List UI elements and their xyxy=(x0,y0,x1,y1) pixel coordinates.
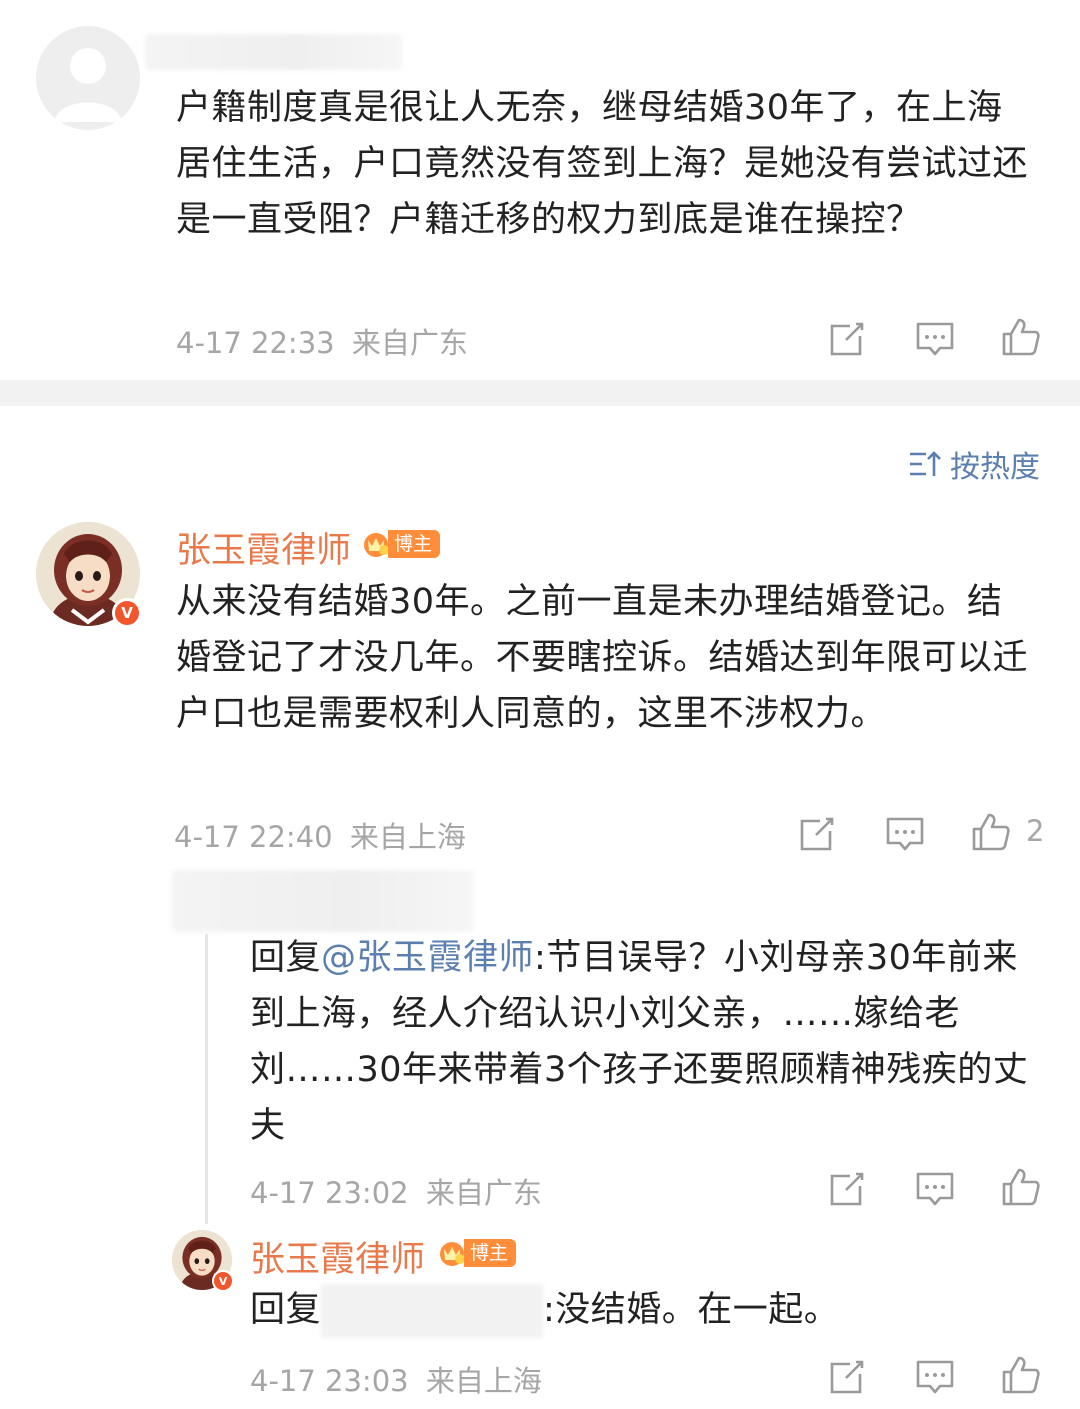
blurred-reply-username xyxy=(172,870,474,932)
thumbs-up-icon[interactable] xyxy=(1000,1166,1042,1208)
share-icon[interactable] xyxy=(796,813,838,855)
share-icon[interactable] xyxy=(826,1168,868,1210)
blurred-reply-target xyxy=(321,1284,544,1338)
verified-v-icon: V xyxy=(112,598,142,628)
reply2-meta: 4-17 23:03 来自上海 xyxy=(250,1358,542,1400)
avatar-blogger[interactable]: V xyxy=(36,522,142,628)
thumbs-up-icon[interactable] xyxy=(1000,1354,1042,1396)
sort-icon xyxy=(910,451,941,476)
sort-by-heat-button[interactable]: 按热度 xyxy=(908,442,1040,486)
reply2-text: :没结婚。在一起。 xyxy=(543,1290,840,1330)
reply2-author[interactable]: 张玉霞律师 xyxy=(250,1231,425,1282)
comment2-like-count: 2 xyxy=(1026,814,1045,848)
blogger-badge: 博主 xyxy=(438,1239,517,1267)
reply1-location: 来自广东 xyxy=(425,1176,542,1210)
blurred-username xyxy=(145,34,403,70)
reply1-meta: 4-17 23:02 来自广东 xyxy=(250,1170,542,1212)
avatar-comment1[interactable] xyxy=(36,26,140,130)
comment1-meta: 4-17 22:33 来自广东 xyxy=(176,320,468,362)
reply2-time: 4-17 23:03 xyxy=(250,1364,409,1398)
blogger-badge-label: 博主 xyxy=(464,1239,517,1267)
reply1-prefix: 回复 xyxy=(250,938,322,978)
comment-icon[interactable] xyxy=(914,1168,956,1210)
reply-thread-line xyxy=(205,934,208,1224)
comment2-location: 来自上海 xyxy=(349,820,466,854)
blogger-badge: 博主 xyxy=(362,530,441,558)
comment1-time: 4-17 22:33 xyxy=(176,326,335,360)
share-icon[interactable] xyxy=(826,318,868,360)
comment-icon[interactable] xyxy=(884,813,926,855)
sort-label: 按热度 xyxy=(950,450,1040,485)
comment2-author[interactable]: 张玉霞律师 xyxy=(176,522,351,573)
avatar-blogger-small[interactable]: V xyxy=(172,1230,234,1292)
share-icon[interactable] xyxy=(826,1356,868,1398)
comment1-location: 来自广东 xyxy=(351,326,468,360)
blogger-badge-label: 博主 xyxy=(388,530,441,558)
reply2-prefix: 回复 xyxy=(250,1290,322,1330)
reply1-mention-link[interactable]: @张玉霞律师 xyxy=(321,938,534,978)
default-avatar-icon xyxy=(54,48,122,122)
section-divider xyxy=(0,380,1080,406)
reply2-text-block: 回复 :没结婚。在一起。 xyxy=(250,1282,1050,1338)
comment-icon[interactable] xyxy=(914,1356,956,1398)
thumbs-up-icon[interactable] xyxy=(1000,316,1042,358)
comment1-text: 户籍制度真是很让人无奈，继母结婚30年了，在上海居住生活，户口竟然没有签到上海？… xyxy=(176,88,1029,240)
reply2-location: 来自上海 xyxy=(425,1364,542,1398)
reply1-time: 4-17 23:02 xyxy=(250,1176,409,1210)
thumbs-up-icon[interactable] xyxy=(970,811,1012,853)
comment2-text: 从来没有结婚30年。之前一直是未办理结婚登记。结婚登记了才没几年。不要瞎控诉。结… xyxy=(176,582,1029,734)
verified-v-icon: V xyxy=(212,1270,234,1292)
reply1-text-block: 回复@张玉霞律师:节目误导？小刘母亲30年前来到上海，经人介绍认识小刘父亲，……… xyxy=(250,930,1050,1154)
comment2-meta: 4-17 22:40 来自上海 xyxy=(174,814,466,856)
comment-icon[interactable] xyxy=(914,318,956,360)
comment2-time: 4-17 22:40 xyxy=(174,820,333,854)
